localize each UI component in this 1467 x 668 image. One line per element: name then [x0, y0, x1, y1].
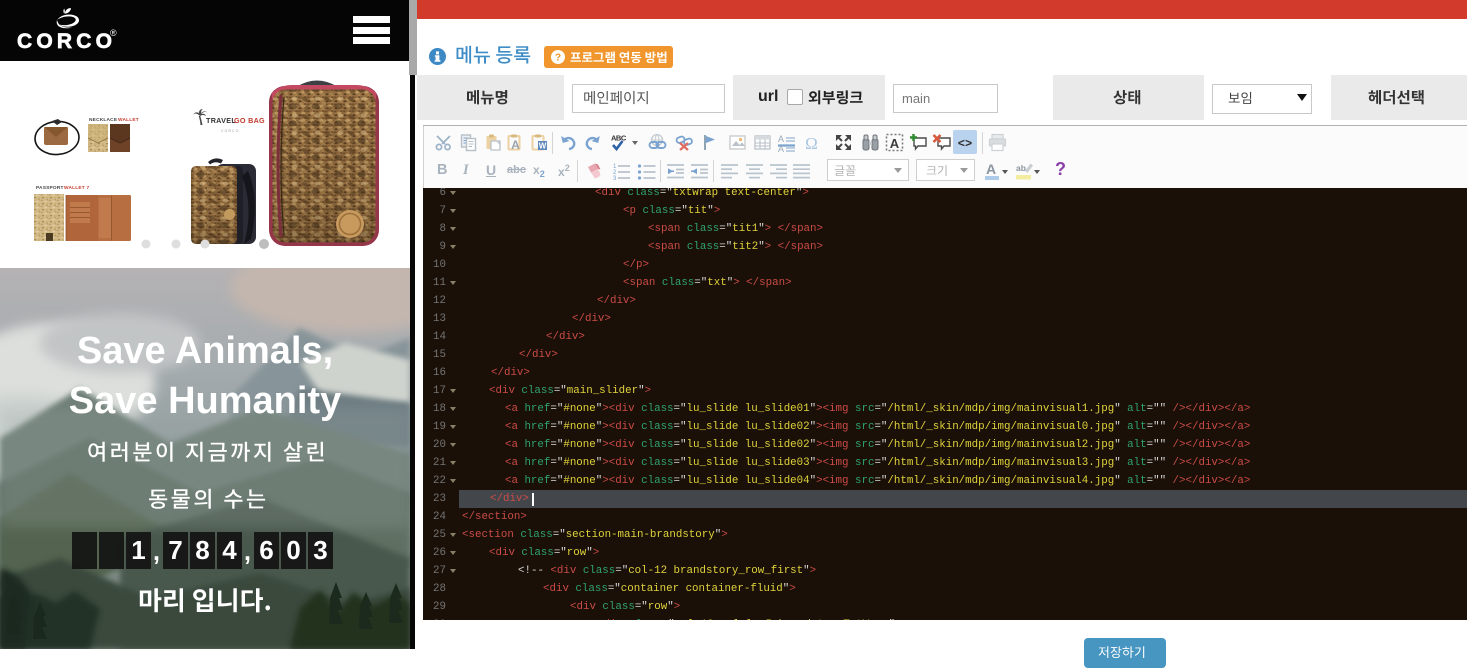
- svg-text:W: W: [539, 142, 547, 151]
- svg-text:WALLET 7: WALLET 7: [64, 185, 89, 191]
- svg-text:A: A: [778, 144, 784, 152]
- svg-text:WALLET: WALLET: [118, 117, 139, 123]
- svg-text:ABC: ABC: [611, 134, 627, 143]
- svg-text:NECKLACE: NECKLACE: [89, 117, 118, 123]
- svg-text:?: ?: [555, 53, 561, 64]
- svg-text:<>: <>: [958, 137, 972, 151]
- svg-text:GO BAG: GO BAG: [234, 116, 265, 125]
- svg-text:A: A: [890, 136, 900, 151]
- svg-text:CORCO: CORCO: [221, 129, 240, 133]
- svg-text:PASSPORT: PASSPORT: [36, 185, 64, 191]
- svg-text:A: A: [511, 138, 520, 152]
- svg-text:TRAVEL: TRAVEL: [206, 116, 236, 125]
- svg-text:Ω: Ω: [805, 134, 818, 152]
- svg-text:3: 3: [613, 176, 617, 181]
- svg-text:ab: ab: [1016, 163, 1026, 173]
- svg-text:A: A: [778, 134, 784, 144]
